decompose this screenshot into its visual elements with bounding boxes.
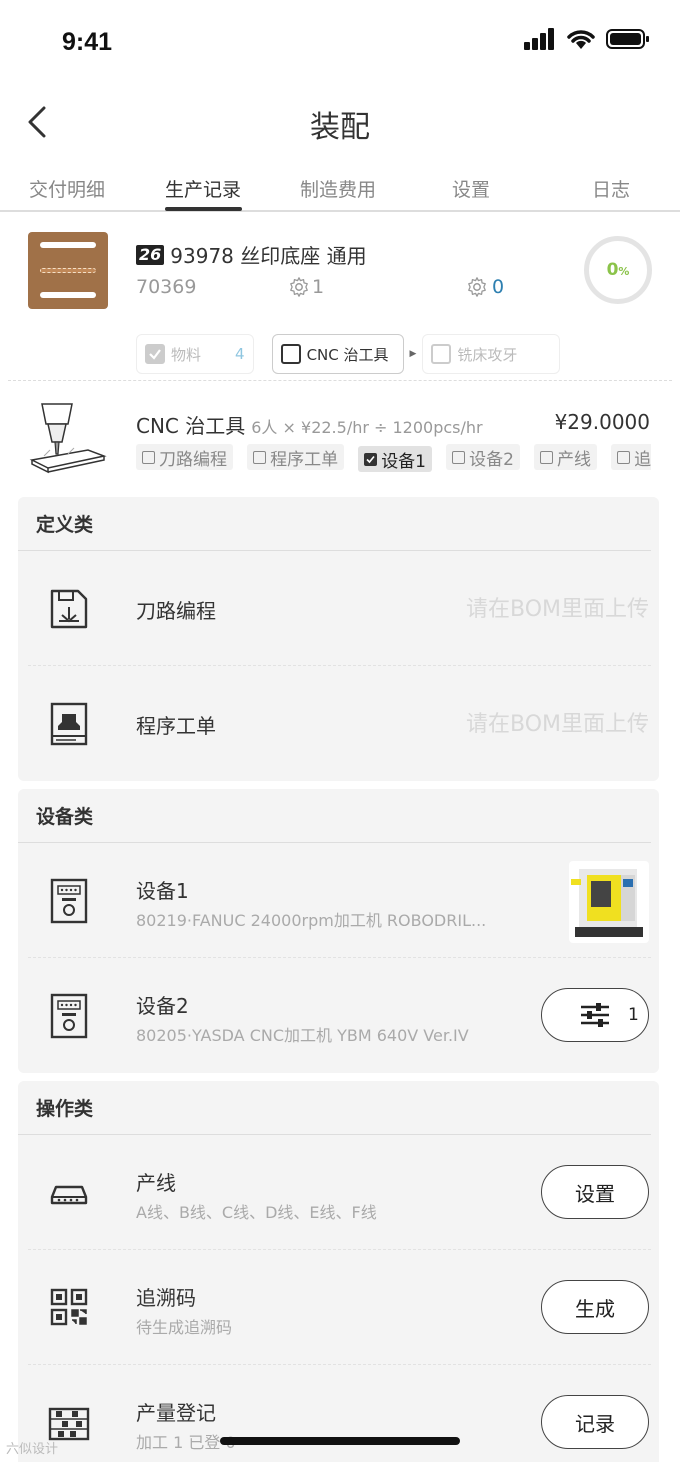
- record-output-button[interactable]: 记录: [541, 1395, 649, 1449]
- tab-manufacturing-cost[interactable]: 制造费用: [300, 175, 376, 202]
- list-item-trace-code[interactable]: 追溯码 待生成追溯码 生成: [18, 1250, 659, 1365]
- watermark: 六似设计: [6, 1442, 59, 1457]
- status-icons: [524, 28, 650, 50]
- gear-share-icon: [468, 277, 486, 297]
- nav-bar: 装配: [0, 88, 680, 158]
- tab-settings[interactable]: 设置: [452, 175, 490, 202]
- tag-trace[interactable]: 追: [611, 444, 651, 470]
- operation-section: 操作类 产线 A线、B线、C线、D线、E线、F线 设置 追溯码 待生成追溯码 生…: [18, 1081, 659, 1462]
- status-bar: 9:41: [0, 0, 680, 88]
- product-title: 93978 丝印底座 通用: [170, 244, 367, 268]
- page-title: 装配: [310, 110, 370, 145]
- tab-production-records[interactable]: 生产记录: [165, 175, 241, 202]
- definition-section: 定义类 刀路编程 请在BOM里面上传 程序工单 请在BOM里面上传: [18, 497, 659, 781]
- worksheet-icon: [50, 702, 88, 746]
- cnc-title: CNC 治工具 6人 × ¥22.5/hr ÷ 1200pcs/hr: [136, 414, 483, 438]
- tab-log[interactable]: 日志: [592, 175, 630, 202]
- product-thumbnail: [28, 232, 108, 309]
- section-header: 设备类: [18, 789, 651, 843]
- list-item-equipment-2[interactable]: 设备2 80205·YASDA CNC加工机 YBM 640V Ver.IV 1: [18, 958, 659, 1073]
- chip-milling-tapping[interactable]: 铣床攻牙: [422, 334, 561, 374]
- cnc-tags: 刀路编程 程序工单 设备1 设备2 产线 追: [136, 444, 651, 472]
- list-item-production-line[interactable]: 产线 A线、B线、C线、D线、E线、F线 设置: [18, 1135, 659, 1250]
- signal-icon: [524, 28, 554, 50]
- cnc-price: ¥29.0000: [554, 410, 650, 434]
- tab-delivery-details[interactable]: 交付明细: [29, 175, 105, 202]
- section-header: 定义类: [18, 497, 651, 551]
- product-header: 26 93978 丝印底座 通用 70369 1 0 0% 物料 4 CNC 治…: [0, 212, 680, 380]
- qr-code-icon: [50, 1288, 88, 1326]
- equipment-section: 设备类 设备1 80219·FANUC 24000rpm加工机 ROBODRIL…: [18, 789, 659, 1073]
- upload-hint: 请在BOM里面上传: [465, 712, 649, 737]
- process-count: 1: [288, 276, 324, 298]
- cnc-machine-icon: [29, 403, 107, 474]
- tag-toolpath[interactable]: 刀路编程: [136, 444, 233, 470]
- checkbox-icon: [452, 450, 466, 464]
- production-line-icon: [50, 1185, 88, 1205]
- production-line-settings-button[interactable]: 设置: [541, 1165, 649, 1219]
- tag-production-line[interactable]: 产线: [534, 444, 598, 470]
- cnc-machine-photo: [571, 869, 643, 937]
- upload-hint: 请在BOM里面上传: [465, 597, 649, 622]
- product-code: 70369: [136, 276, 197, 298]
- status-time: 9:41: [62, 28, 113, 56]
- equipment-photo[interactable]: [569, 861, 649, 943]
- equipment-params-button[interactable]: 1: [541, 988, 649, 1042]
- chip-material-count: 4: [235, 345, 245, 363]
- gear-icon: [290, 277, 308, 297]
- list-item-program-order[interactable]: 程序工单 请在BOM里面上传: [18, 666, 659, 781]
- list-item-toolpath[interactable]: 刀路编程 请在BOM里面上传: [18, 551, 659, 666]
- machine-panel-icon: [50, 993, 88, 1039]
- tag-program-order[interactable]: 程序工单: [247, 444, 345, 470]
- sliders-icon: [581, 1003, 609, 1027]
- machine-panel-icon: [50, 878, 88, 924]
- floppy-tool-icon: [50, 589, 88, 629]
- outsourced-process-count[interactable]: 0: [466, 276, 504, 298]
- checkbox-checked-icon: [364, 452, 378, 466]
- params-count: 1: [628, 1005, 639, 1025]
- tag-equipment-1[interactable]: 设备1: [358, 446, 433, 472]
- home-indicator[interactable]: [220, 1437, 460, 1445]
- checkbox-icon: [431, 344, 452, 364]
- tab-bar: 交付明细 生产记录 制造费用 设置 日志: [0, 165, 680, 212]
- cnc-summary: CNC 治工具 6人 × ¥22.5/hr ÷ 1200pcs/hr ¥29.00…: [0, 382, 680, 490]
- generate-trace-code-button[interactable]: 生成: [541, 1280, 649, 1334]
- process-chips: 物料 4 CNC 治工具 ▶ 铣床攻牙: [136, 334, 578, 374]
- chip-material[interactable]: 物料 4: [136, 334, 254, 374]
- wifi-icon: [567, 30, 595, 49]
- battery-icon: [606, 29, 649, 49]
- checkbox-icon: [253, 450, 267, 464]
- active-tab-indicator: [165, 207, 242, 211]
- chip-cnc-fixture[interactable]: CNC 治工具: [271, 334, 404, 374]
- product-badge: 26: [136, 244, 165, 265]
- list-item-output-register[interactable]: 产量登记 加工 1 已登 0 记录: [18, 1365, 659, 1462]
- product-name: 26 93978 丝印底座 通用: [136, 240, 367, 269]
- chevron-right-icon: ▶: [409, 349, 417, 359]
- checkbox-checked-icon: [145, 344, 165, 364]
- tag-equipment-2[interactable]: 设备2: [446, 444, 520, 470]
- list-item-equipment-1[interactable]: 设备1 80219·FANUC 24000rpm加工机 ROBODRIL...: [18, 843, 659, 958]
- divider: [8, 380, 672, 381]
- checkbox-icon: [617, 450, 631, 464]
- checkbox-icon: [280, 344, 301, 364]
- section-header: 操作类: [18, 1081, 651, 1135]
- checkbox-icon: [142, 450, 155, 464]
- progress-ring: 0%: [584, 236, 652, 304]
- checkbox-icon: [540, 450, 554, 464]
- cnc-rate: 6人 × ¥22.5/hr ÷ 1200pcs/hr: [251, 418, 483, 437]
